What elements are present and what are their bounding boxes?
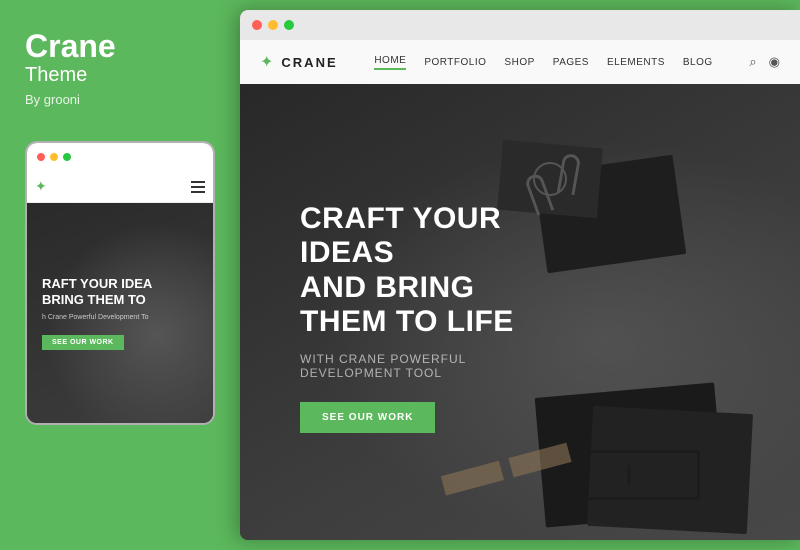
- mobile-dot-green: [63, 153, 71, 161]
- mobile-mockup: ✦ RAFT YOUR IDEA BRING THEM TO h Crane P…: [25, 141, 215, 425]
- theme-subtitle: Theme: [25, 62, 116, 88]
- nav-item-home[interactable]: HOME: [374, 55, 406, 70]
- desktop-nav-right: ⌕ ◉: [749, 54, 780, 70]
- mobile-dot-red: [37, 153, 45, 161]
- desktop-dot-red: [252, 20, 262, 30]
- mobile-hero: RAFT YOUR IDEA BRING THEM TO h Crane Pow…: [27, 203, 213, 423]
- theme-title: Crane: [25, 30, 116, 62]
- glasses-decoration: [580, 450, 700, 500]
- desktop-nav-left: ✦ CRANE: [260, 52, 338, 72]
- mobile-logo-area: ✦: [35, 178, 47, 195]
- desktop-nav: ✦ CRANE HOME PORTFOLIO SHOP PAGES ELEMEN…: [240, 40, 800, 84]
- mobile-nav: ✦: [27, 171, 213, 203]
- mobile-logo-icon: ✦: [35, 178, 47, 195]
- mobile-dot-yellow: [50, 153, 58, 161]
- hero-cta-button[interactable]: SEE OUR WORK: [300, 402, 435, 433]
- desktop-dot-yellow: [268, 20, 278, 30]
- hero-title-line2: AND BRING THEM TO LIFE: [300, 271, 514, 339]
- mobile-top-bar: [27, 143, 213, 171]
- desktop-browser-topbar: [240, 10, 800, 40]
- nav-brand: CRANE: [281, 55, 337, 70]
- desktop-mockup: ✦ CRANE HOME PORTFOLIO SHOP PAGES ELEMEN…: [240, 10, 800, 540]
- nav-item-elements[interactable]: ELEMENTS: [607, 57, 665, 68]
- mobile-hero-content: RAFT YOUR IDEA BRING THEM TO h Crane Pow…: [42, 276, 152, 349]
- nav-item-blog[interactable]: BLOG: [683, 57, 713, 68]
- hero-subtitle: With Crane Powerful Development Tool: [300, 352, 560, 380]
- search-icon[interactable]: ⌕: [749, 54, 756, 70]
- cart-icon[interactable]: ◉: [769, 54, 780, 70]
- nav-item-pages[interactable]: PAGES: [553, 57, 589, 68]
- hero-title-line1: CRAFT YOUR IDEAS: [300, 202, 501, 270]
- theme-name-block: Crane Theme By grooni: [25, 30, 116, 131]
- mobile-hero-title: RAFT YOUR IDEA BRING THEM TO: [42, 276, 152, 307]
- nav-logo-icon: ✦: [260, 52, 273, 72]
- desktop-nav-menu: HOME PORTFOLIO SHOP PAGES ELEMENTS BLOG: [374, 55, 712, 70]
- hero-content: CRAFT YOUR IDEAS AND BRING THEM TO LIFE …: [240, 202, 620, 433]
- theme-author: By grooni: [25, 92, 116, 107]
- nav-item-portfolio[interactable]: PORTFOLIO: [424, 57, 486, 68]
- left-panel: Crane Theme By grooni ✦ RAFT YOUR IDEA B…: [0, 0, 240, 550]
- mobile-hero-subtitle: h Crane Powerful Development To: [42, 314, 152, 321]
- nav-item-shop[interactable]: SHOP: [504, 57, 534, 68]
- hero-title: CRAFT YOUR IDEAS AND BRING THEM TO LIFE: [300, 202, 560, 340]
- mobile-cta-button[interactable]: SEE OUR WORK: [42, 335, 124, 350]
- mobile-hamburger-icon[interactable]: [191, 181, 205, 193]
- desktop-dot-green: [284, 20, 294, 30]
- desktop-hero: CRAFT YOUR IDEAS AND BRING THEM TO LIFE …: [240, 84, 800, 540]
